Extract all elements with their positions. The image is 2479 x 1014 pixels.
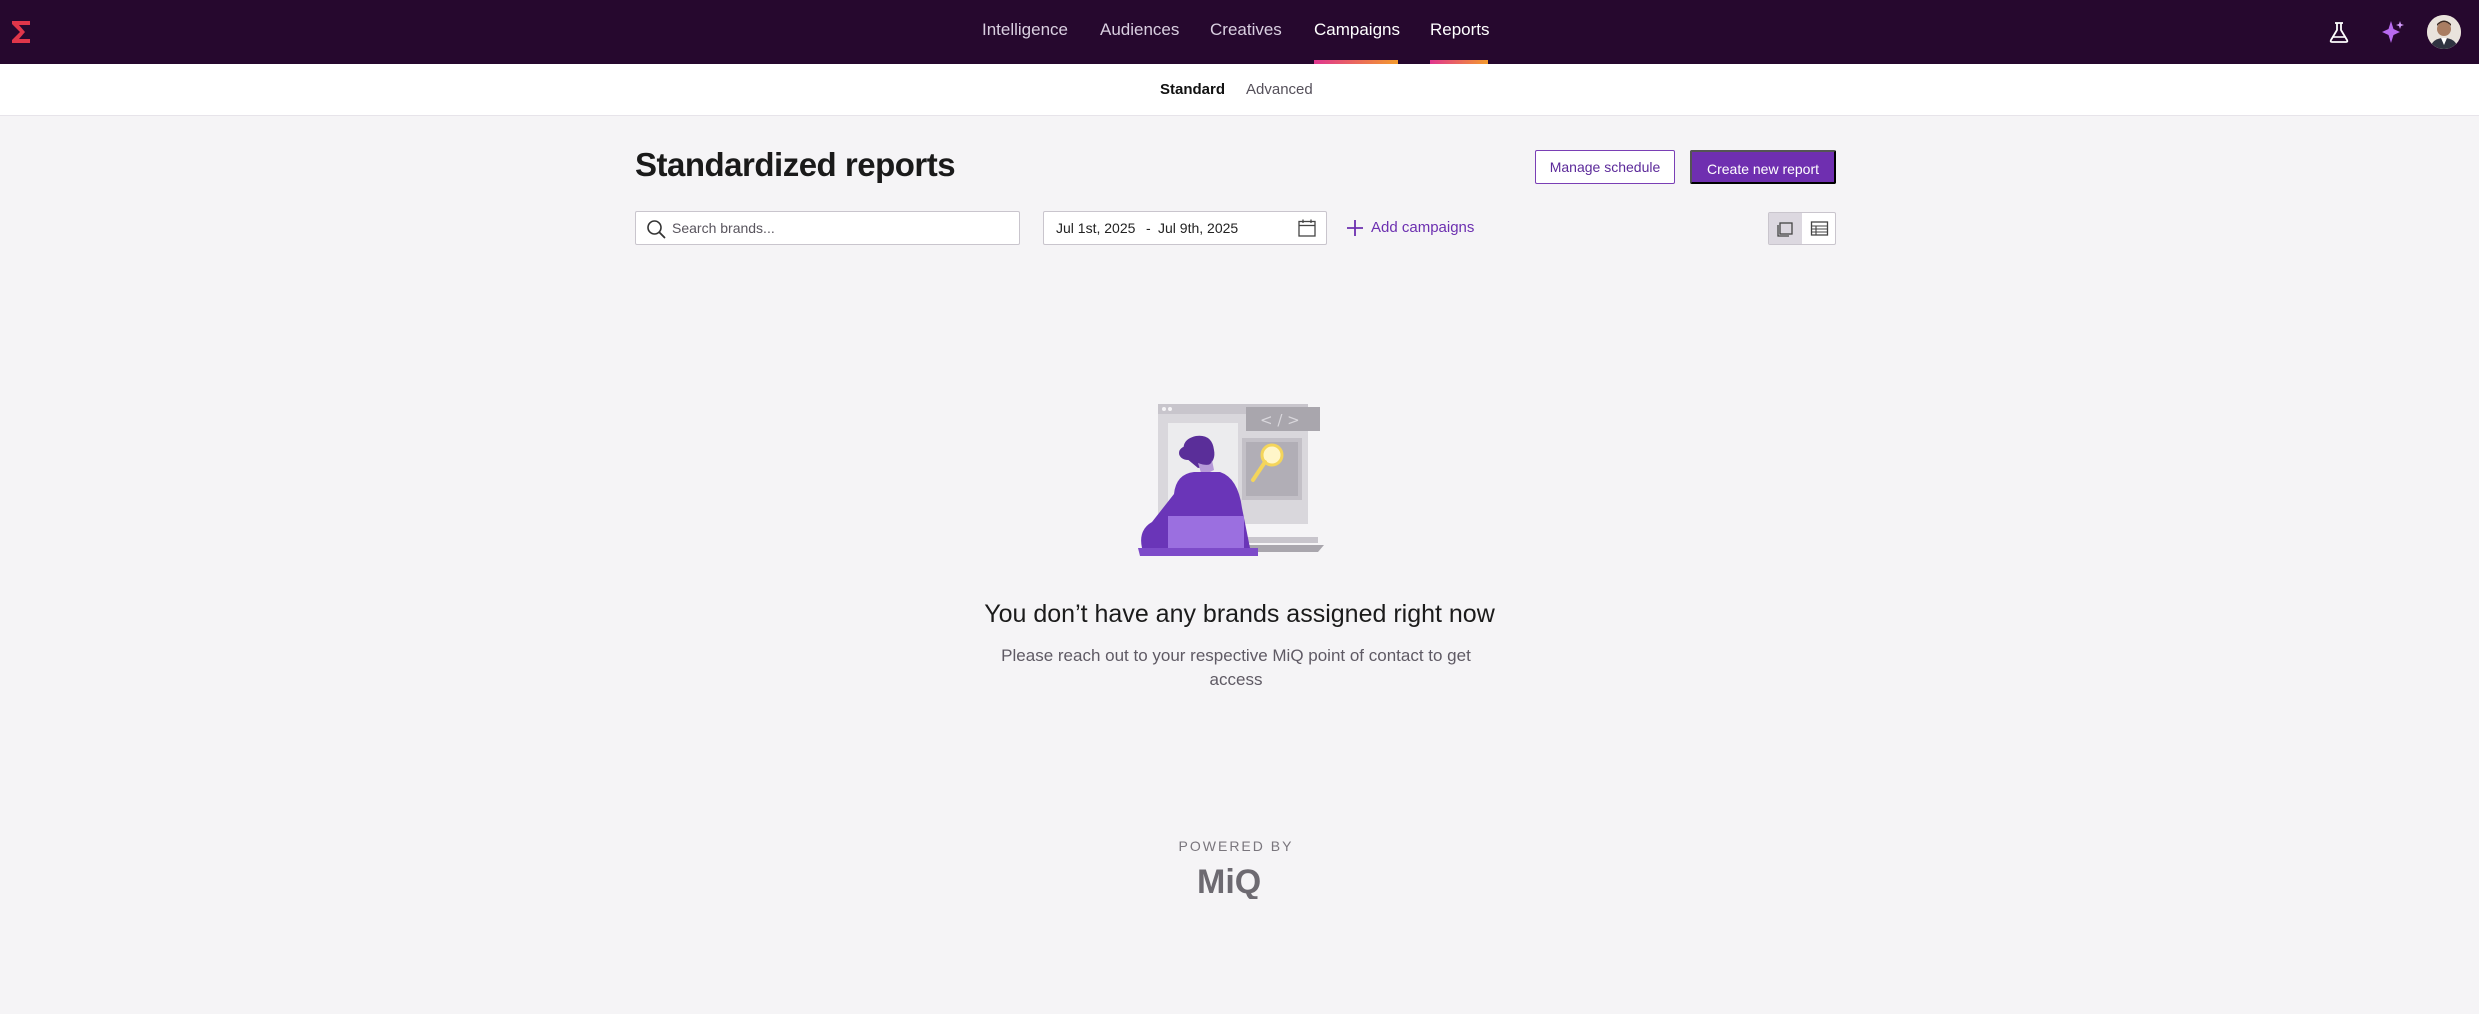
- miq-brand-logo: MiQ: [1197, 863, 1261, 899]
- tab-standard[interactable]: Standard: [1160, 64, 1225, 116]
- calendar-icon[interactable]: [1297, 218, 1317, 238]
- empty-state-title: You don’t have any brands assigned right…: [984, 600, 1495, 628]
- svg-text:< / >: < / >: [1260, 411, 1300, 429]
- report-type-tabs: Standard Advanced: [0, 64, 2479, 116]
- nav-campaigns[interactable]: Campaigns: [1314, 0, 1400, 64]
- nav-intelligence[interactable]: Intelligence: [982, 0, 1068, 64]
- search-icon: [647, 220, 666, 239]
- view-mode-toggle: [1768, 212, 1836, 245]
- search-input[interactable]: [672, 212, 1012, 244]
- flask-icon[interactable]: [2325, 18, 2353, 46]
- card-view-button[interactable]: [1769, 213, 1802, 244]
- plus-icon: [1347, 220, 1363, 236]
- date-start: Jul 1st, 2025: [1056, 220, 1136, 236]
- user-avatar-icon: [2427, 15, 2461, 49]
- sparkle-ai-icon[interactable]: [2378, 18, 2406, 46]
- date-separator: -: [1146, 220, 1151, 236]
- nav-audiences[interactable]: Audiences: [1100, 0, 1179, 64]
- avatar[interactable]: [2427, 15, 2461, 49]
- create-new-report-button[interactable]: Create new report: [1690, 150, 1836, 184]
- nav-campaigns-label: Campaigns: [1314, 20, 1400, 39]
- date-end: Jul 9th, 2025: [1158, 220, 1239, 236]
- date-range-picker[interactable]: Jul 1st, 2025 - Jul 9th, 2025: [1043, 211, 1327, 245]
- nav-reports[interactable]: Reports: [1430, 0, 1490, 64]
- add-campaigns-label: Add campaigns: [1371, 219, 1475, 236]
- main-nav: Intelligence Audiences Creatives Campaig…: [0, 0, 2479, 64]
- miq-brand-text: MiQ: [1197, 863, 1261, 899]
- empty-state-illustration: < / >: [1138, 404, 1324, 556]
- page-title: Standardized reports: [635, 146, 956, 183]
- brand-search: [635, 211, 1020, 245]
- empty-state-message: Please reach out to your respective MiQ …: [1001, 646, 1471, 689]
- manage-schedule-button[interactable]: Manage schedule: [1535, 150, 1675, 184]
- card-view-icon: [1777, 222, 1793, 237]
- table-view-button[interactable]: [1803, 213, 1836, 244]
- nav-reports-label: Reports: [1430, 20, 1490, 39]
- nav-creatives[interactable]: Creatives: [1210, 0, 1282, 64]
- top-navbar: Intelligence Audiences Creatives Campaig…: [0, 0, 2479, 64]
- powered-by-label: POWERED BY: [1178, 838, 1294, 854]
- tab-advanced[interactable]: Advanced: [1246, 64, 1313, 116]
- table-view-icon: [1810, 221, 1829, 236]
